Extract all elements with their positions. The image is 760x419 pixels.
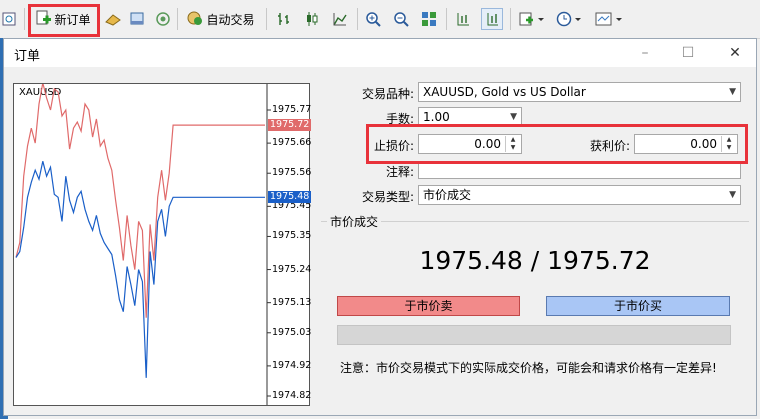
axis-tick-label: 1975.77 bbox=[272, 104, 312, 115]
chevron-down-icon: ▼ bbox=[729, 190, 736, 200]
axis-tick-label: 1975.56 bbox=[272, 167, 312, 179]
auto-trading-button[interactable]: 自动交易 bbox=[183, 8, 259, 30]
bid-price-tag: 1975.48 bbox=[268, 191, 312, 204]
indicators-icon[interactable] bbox=[516, 8, 548, 30]
sell-by-market-button[interactable]: 于市价卖 bbox=[337, 296, 520, 316]
navigator-icon[interactable] bbox=[0, 8, 20, 30]
volume-value: 1.00 bbox=[423, 110, 450, 124]
zoom-in-icon[interactable] bbox=[363, 8, 383, 30]
auto-trading-icon bbox=[187, 10, 203, 29]
axis-tick-label: 1975.24 bbox=[272, 263, 312, 275]
toolbar-separator bbox=[357, 8, 358, 30]
tick-chart-plot bbox=[15, 84, 271, 405]
tick-chart: XAUUSD 1975.77 1975.66 1975.56 1975.45 1975.… bbox=[13, 83, 312, 406]
symbol-label: 交易品种: bbox=[361, 87, 414, 101]
minimize-button[interactable]: – bbox=[634, 43, 656, 63]
signals-icon[interactable] bbox=[153, 8, 173, 30]
auto-trading-label: 自动交易 bbox=[206, 12, 255, 27]
toolbar-separator bbox=[177, 8, 178, 30]
zoom-out-icon[interactable] bbox=[391, 8, 411, 30]
buy-by-market-button[interactable]: 于市价买 bbox=[546, 296, 730, 316]
sl-tp-highlight bbox=[366, 124, 748, 164]
toolbar-separator bbox=[510, 8, 511, 30]
chevron-down-icon: ▼ bbox=[729, 87, 736, 97]
chart-shift-icon[interactable] bbox=[453, 8, 473, 30]
axis-tick-label: 1975.66 bbox=[272, 137, 312, 149]
order-type-label: 交易类型: bbox=[361, 190, 414, 204]
toolbar-separator bbox=[266, 8, 267, 30]
toolbar-separator bbox=[446, 8, 447, 30]
market-watch-icon[interactable] bbox=[103, 8, 123, 30]
dialog-title: 订单 bbox=[14, 49, 41, 64]
symbol-select-value: XAUUSD, Gold vs US Dollar bbox=[423, 85, 586, 99]
order-dialog: 订单 – ☐ ✕ XAUUSD 1975.77 1975.66 1975.56 197… bbox=[3, 38, 757, 416]
axis-tick-label: 1975.13 bbox=[272, 296, 312, 308]
axis-tick-label: 1975.03 bbox=[272, 326, 312, 338]
toolbar-separator bbox=[24, 8, 25, 30]
dialog-titlebar[interactable]: 订单 – ☐ ✕ bbox=[4, 39, 756, 67]
bid-ask-prices: 1975.48 / 1975.72 bbox=[419, 246, 651, 275]
line-chart-icon[interactable] bbox=[330, 8, 350, 30]
dialog-body: XAUUSD 1975.77 1975.66 1975.56 1975.45 1975.… bbox=[4, 67, 756, 415]
axis-tick-label: 1974.82 bbox=[272, 390, 312, 401]
ask-price-line bbox=[15, 84, 265, 318]
tile-windows-icon[interactable] bbox=[419, 8, 439, 30]
templates-icon[interactable] bbox=[592, 8, 626, 30]
order-type-select[interactable]: 市价成交 ▼ bbox=[418, 185, 741, 205]
axis-tick-label: 1975.35 bbox=[272, 230, 312, 242]
axis-tick-label: 1974.92 bbox=[272, 359, 312, 371]
new-order-highlight bbox=[28, 4, 100, 37]
execution-note: 注意：市价交易模式下的实际成交价格，可能会和请求价格有一定差异! bbox=[340, 361, 717, 375]
execution-progress-bar bbox=[337, 325, 731, 345]
symbol-select[interactable]: XAUUSD, Gold vs US Dollar ▼ bbox=[418, 82, 741, 102]
close-button[interactable]: ✕ bbox=[724, 43, 746, 63]
ask-price-tag: 1975.72 bbox=[268, 119, 312, 132]
bar-chart-icon[interactable] bbox=[274, 8, 294, 30]
data-window-icon[interactable] bbox=[127, 8, 147, 30]
maximize-button[interactable]: ☐ bbox=[677, 43, 699, 63]
periods-icon[interactable] bbox=[553, 8, 585, 30]
group-title: 市价成交 bbox=[327, 213, 382, 230]
toolbar: 新订单 自动交易 bbox=[0, 0, 760, 39]
comment-label: 注释: bbox=[385, 165, 414, 179]
autoscroll-icon[interactable] bbox=[481, 8, 503, 30]
order-type-value: 市价成交 bbox=[423, 188, 472, 202]
bid-price-line bbox=[15, 161, 265, 378]
candlestick-icon[interactable] bbox=[302, 8, 322, 30]
